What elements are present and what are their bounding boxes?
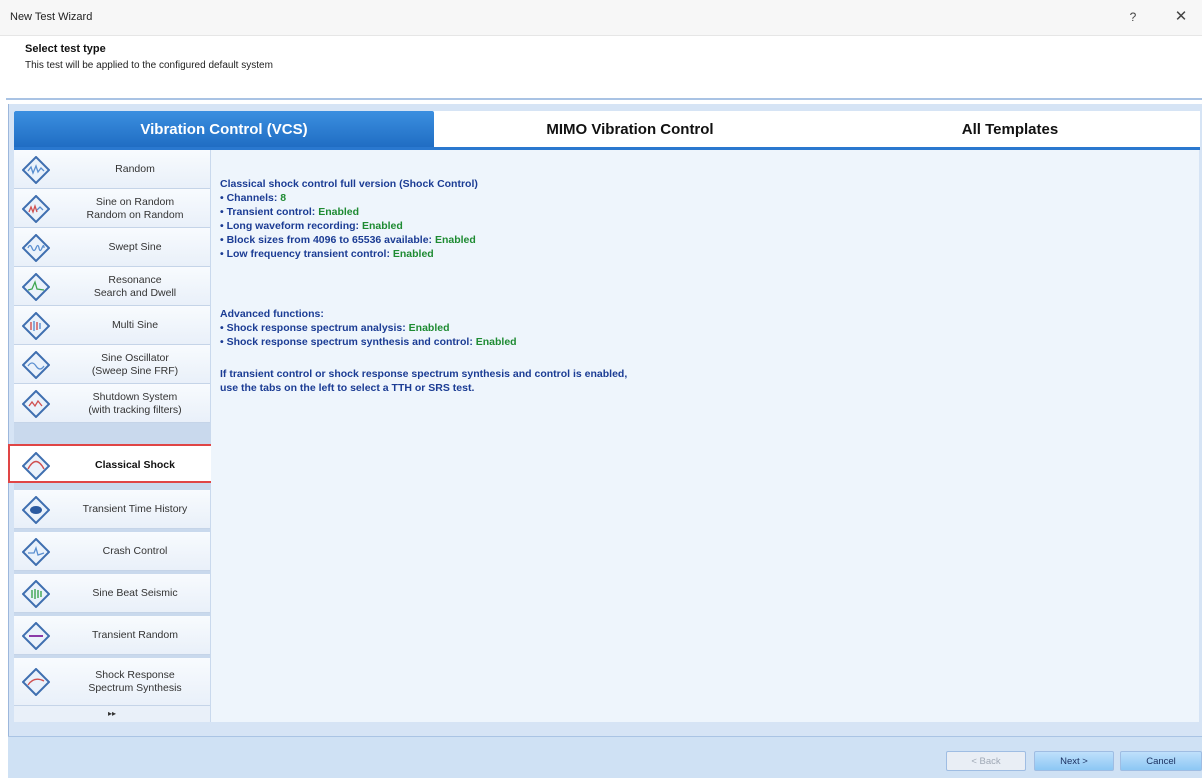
help-icon[interactable]: ?: [1124, 8, 1142, 26]
page-title: Select test type: [25, 43, 106, 55]
window-title: New Test Wizard: [10, 11, 93, 23]
transient-time-history-icon: [22, 496, 50, 524]
test-type-srs-synthesis[interactable]: Shock Response Spectrum Synthesis: [14, 658, 210, 706]
test-type-label: Shock Response Spectrum Synthesis: [88, 669, 182, 694]
tab-mimo-vibration-control[interactable]: MIMO Vibration Control: [440, 111, 820, 148]
test-type-transient-random[interactable]: Transient Random: [14, 616, 210, 655]
wizard-header: Select test type This test will be appli…: [0, 36, 1202, 98]
test-type-label: Swept Sine: [108, 241, 162, 253]
feature-transient-control: • Transient control: Enabled: [220, 206, 360, 218]
note-line-2: use the tabs on the left to select a TTH…: [220, 382, 475, 394]
sine-beat-seismic-icon: [22, 580, 50, 608]
next-button[interactable]: Next >: [1034, 751, 1114, 771]
feature-block-sizes: • Block sizes from 4096 to 65536 availab…: [220, 234, 476, 246]
test-type-label: Resonance Search and Dwell: [93, 273, 177, 299]
test-type-label: Multi Sine: [111, 319, 159, 331]
test-type-label: Crash Control: [102, 545, 168, 557]
title-bar: New Test Wizard ? ✕: [0, 0, 1202, 36]
feature-srs-synthesis: • Shock response spectrum synthesis and …: [220, 336, 517, 348]
test-type-sine-on-random[interactable]: Sine on Random Random on Random: [14, 189, 210, 228]
header-divider: [6, 98, 1202, 100]
random-wave-icon: [22, 156, 50, 184]
test-type-label: Random: [115, 163, 155, 175]
resonance-icon: [22, 273, 50, 301]
multi-sine-icon: [22, 312, 50, 340]
classical-shock-icon: [22, 452, 50, 480]
tab-bar: Vibration Control (VCS) MIMO Vibration C…: [14, 111, 1200, 148]
tab-vibration-control[interactable]: Vibration Control (VCS): [14, 111, 434, 148]
swept-sine-icon: [22, 234, 50, 262]
feature-srs-analysis: • Shock response spectrum analysis: Enab…: [220, 322, 450, 334]
tab-all-templates[interactable]: All Templates: [820, 111, 1200, 148]
feature-low-frequency: • Low frequency transient control: Enabl…: [220, 248, 434, 260]
sine-oscillator-icon: [22, 351, 50, 379]
feature-long-waveform: • Long waveform recording: Enabled: [220, 220, 403, 232]
test-type-label: Sine on Random Random on Random: [86, 195, 184, 221]
test-type-list: Random Sine on Random Random on Random S…: [8, 150, 214, 722]
transient-random-icon: [22, 622, 50, 650]
back-button[interactable]: < Back: [946, 751, 1026, 771]
license-heading: Classical shock control full version (Sh…: [220, 178, 478, 190]
test-description-panel: Classical shock control full version (Sh…: [211, 150, 1199, 722]
test-type-random[interactable]: Random: [14, 150, 210, 189]
test-type-crash-control[interactable]: Crash Control: [14, 532, 210, 571]
test-type-label: Sine Oscillator (Sweep Sine FRF): [91, 351, 179, 377]
test-type-resonance[interactable]: Resonance Search and Dwell: [14, 267, 210, 306]
test-type-sine-oscillator[interactable]: Sine Oscillator (Sweep Sine FRF): [14, 345, 210, 384]
close-icon[interactable]: ✕: [1172, 8, 1190, 26]
expand-more-icon[interactable]: ▸▸: [14, 706, 210, 722]
note-line-1: If transient control or shock response s…: [220, 368, 628, 380]
test-type-label: Shutdown System (with tracking filters): [88, 390, 182, 416]
shutdown-system-icon: [22, 390, 50, 418]
crash-control-icon: [22, 538, 50, 566]
test-type-swept-sine[interactable]: Swept Sine: [14, 228, 210, 267]
test-type-multi-sine[interactable]: Multi Sine: [14, 306, 210, 345]
test-type-label: Classical Shock: [95, 459, 175, 471]
test-type-sine-beat-seismic[interactable]: Sine Beat Seismic: [14, 574, 210, 613]
cancel-button[interactable]: Cancel: [1120, 751, 1202, 771]
test-type-label: Transient Time History: [82, 503, 188, 515]
test-type-classical-shock[interactable]: Classical Shock: [8, 444, 214, 483]
advanced-heading: Advanced functions:: [220, 308, 324, 320]
test-type-label: Sine Beat Seismic: [92, 587, 178, 599]
wizard-footer: < Back Next > Cancel: [8, 736, 1202, 778]
test-type-label: Transient Random: [92, 629, 178, 641]
feature-channels: • Channels: 8: [220, 192, 287, 204]
test-type-transient-time-history[interactable]: Transient Time History: [14, 490, 210, 529]
srs-synthesis-icon: [22, 668, 50, 696]
sine-on-random-icon: [22, 195, 50, 223]
page-subtitle: This test will be applied to the configu…: [25, 60, 273, 71]
test-type-shutdown-system[interactable]: Shutdown System (with tracking filters): [14, 384, 210, 423]
